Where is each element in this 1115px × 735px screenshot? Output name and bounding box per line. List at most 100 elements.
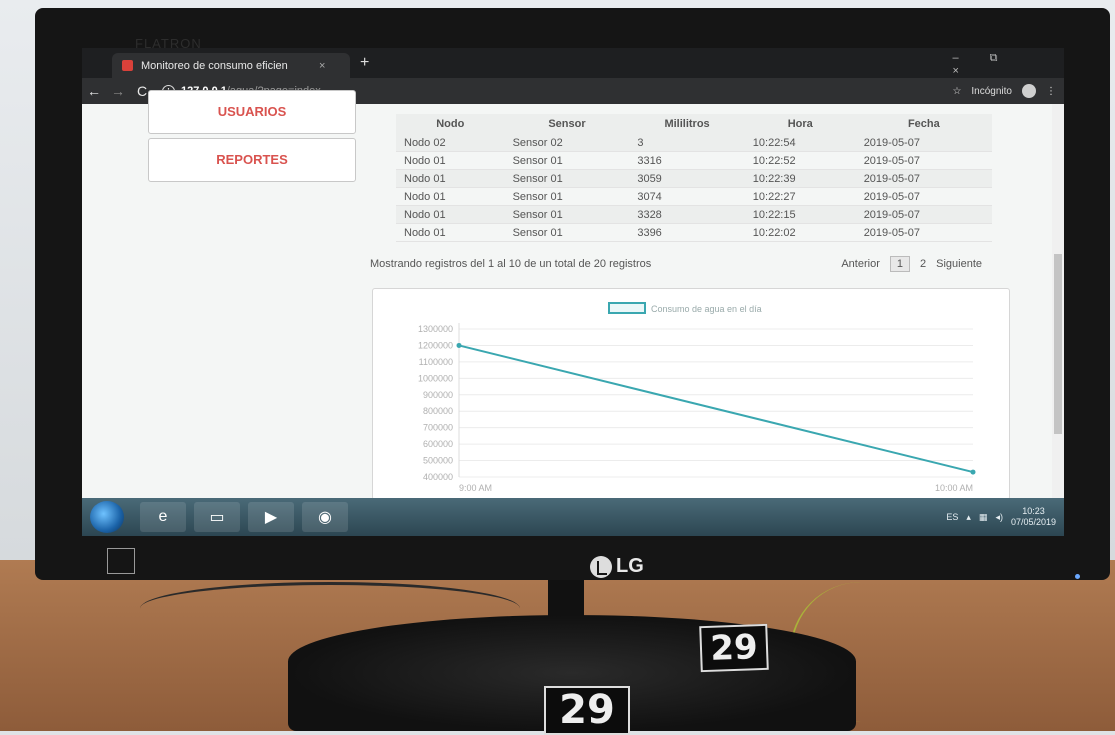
- page-1-button[interactable]: 1: [889, 256, 910, 272]
- cell-nodo: Nodo 01: [396, 151, 505, 170]
- legend-swatch: [608, 302, 646, 314]
- y-tick-label: 700000: [423, 423, 453, 433]
- y-tick-label: 1000000: [418, 373, 453, 383]
- previous-page-button[interactable]: Anterior: [841, 258, 880, 270]
- y-tick-label: 800000: [423, 406, 453, 416]
- bookmark-star-icon[interactable]: ☆: [952, 86, 961, 97]
- table-row: Nodo 01 Sensor 01 3059 10:22:39 2019-05-…: [396, 169, 992, 188]
- tab-title: Monitoreo de consumo eficien: [141, 59, 288, 72]
- y-tick-label: 1200000: [418, 340, 453, 350]
- monitor-brand-text: LG: [616, 555, 644, 577]
- cell-fecha: 2019-05-07: [855, 187, 992, 206]
- cell-sensor: Sensor 01: [504, 151, 630, 170]
- incognito-icon[interactable]: [1022, 84, 1036, 98]
- cell-fecha: 2019-05-07: [855, 205, 992, 224]
- cell-hora: 10:22:27: [744, 187, 856, 206]
- toolbar-right: – ⧉ × ☆ Incógnito ⋮: [952, 52, 1056, 104]
- page-2-button[interactable]: 2: [920, 258, 926, 270]
- network-icon[interactable]: ▦: [979, 512, 988, 523]
- system-tray: ES ▴ ▦ ◂) 10:23 07/05/2019: [946, 498, 1056, 536]
- media-player-icon[interactable]: ▶: [248, 502, 294, 532]
- cell-sensor: Sensor 01: [504, 187, 630, 206]
- next-page-button[interactable]: Siguiente: [936, 258, 982, 270]
- cell-hora: 10:22:54: [744, 134, 856, 152]
- cell-mililitros: 3: [629, 134, 745, 152]
- lg-logo-icon: [590, 555, 612, 578]
- series-line: [458, 344, 974, 474]
- table-row: Nodo 02 Sensor 02 3 10:22:54 2019-05-07: [396, 134, 992, 152]
- cell-sensor: Sensor 02: [504, 134, 630, 152]
- x-tick-label: 9:00 AM: [459, 483, 492, 493]
- cell-hora: 10:22:02: [744, 223, 856, 242]
- cell-mililitros: 3328: [629, 205, 745, 224]
- browser-tab[interactable]: Monitoreo de consumo eficien ×: [112, 53, 350, 78]
- cell-hora: 10:22:39: [744, 169, 856, 188]
- forward-icon[interactable]: →: [106, 83, 130, 99]
- cell-fecha: 2019-05-07: [855, 223, 992, 242]
- column-header-hora[interactable]: Hora: [744, 114, 856, 134]
- cell-mililitros: 3074: [629, 187, 745, 206]
- taskbar-clock[interactable]: 10:23 07/05/2019: [1011, 506, 1056, 528]
- windows-taskbar: e ▭ ▶ ◉ ES ▴ ▦ ◂) 10:23 07/05/2019: [82, 498, 1064, 536]
- column-header-nodo[interactable]: Nodo: [396, 114, 505, 134]
- internet-explorer-icon[interactable]: e: [140, 502, 186, 532]
- y-tick-label: 500000: [423, 456, 453, 466]
- cell-sensor: Sensor 01: [504, 223, 630, 242]
- cell-hora: 10:22:52: [744, 151, 856, 170]
- volume-icon[interactable]: ◂): [995, 512, 1003, 523]
- y-tick-label: 1300000: [418, 324, 453, 334]
- window-controls[interactable]: – ⧉ ×: [952, 52, 1046, 77]
- records-info: Mostrando registros del 1 al 10 de un to…: [370, 258, 652, 270]
- favicon-icon: [122, 60, 133, 71]
- data-point: [456, 342, 462, 348]
- menu-icon[interactable]: ⋮: [1046, 86, 1056, 97]
- back-icon[interactable]: ←: [82, 83, 106, 99]
- number-sticker: 29: [699, 623, 769, 673]
- page-scrollbar[interactable]: [1052, 104, 1064, 498]
- column-header-sensor[interactable]: Sensor: [504, 114, 630, 134]
- power-led: [1075, 574, 1080, 579]
- records-table: Nodo 02 Sensor 02 3 10:22:54 2019-05-07 …: [396, 114, 992, 242]
- language-indicator[interactable]: ES: [946, 512, 958, 522]
- table-footer: Mostrando registros del 1 al 10 de un to…: [360, 252, 1000, 276]
- table-row: Nodo 01 Sensor 01 3396 10:22:02 2019-05-…: [396, 223, 992, 242]
- tab-close-icon[interactable]: ×: [319, 60, 325, 72]
- cell-mililitros: 3316: [629, 151, 745, 170]
- page-content: USUARIOS REPORTES Nodo 02 Sensor 02 3 10…: [82, 90, 1064, 500]
- cell-nodo: Nodo 01: [396, 223, 505, 242]
- clock-date: 07/05/2019: [1010, 517, 1056, 527]
- column-header-mililitros[interactable]: Mililitros: [629, 114, 745, 134]
- scrollbar-thumb[interactable]: [1054, 254, 1062, 434]
- usuarios-button[interactable]: USUARIOS: [148, 90, 356, 134]
- cell-mililitros: 3059: [629, 169, 745, 188]
- file-explorer-icon[interactable]: ▭: [194, 502, 240, 532]
- y-tick-label: 900000: [423, 390, 453, 400]
- tray-arrow-icon[interactable]: ▴: [966, 512, 971, 523]
- cell-nodo: Nodo 01: [396, 169, 505, 188]
- cell-sensor: Sensor 01: [504, 169, 630, 188]
- y-tick-label: 600000: [423, 439, 453, 449]
- start-button[interactable]: [90, 501, 124, 533]
- table-row: Nodo 01 Sensor 01 3074 10:22:27 2019-05-…: [396, 187, 992, 206]
- cell-fecha: 2019-05-07: [855, 134, 992, 152]
- data-point: [970, 469, 976, 475]
- cell-hora: 10:22:15: [744, 205, 856, 224]
- table-header-row: Nodo Sensor Mililitros Hora Fecha: [396, 114, 992, 134]
- number-sticker: 29: [544, 686, 630, 735]
- cell-mililitros: 3396: [629, 223, 745, 242]
- cell-nodo: Nodo 02: [396, 134, 505, 152]
- chrome-incognito-taskbar-icon[interactable]: ◉: [302, 502, 348, 532]
- table-row: Nodo 01 Sensor 01 3316 10:22:52 2019-05-…: [396, 151, 992, 170]
- browser-tab-bar: Monitoreo de consumo eficien × +: [82, 48, 1064, 78]
- cell-sensor: Sensor 01: [504, 205, 630, 224]
- clock-time: 10:23: [1022, 506, 1045, 516]
- cell-fecha: 2019-05-07: [855, 169, 992, 188]
- pagination: Anterior 1 2 Siguiente: [841, 256, 982, 272]
- reportes-button[interactable]: REPORTES: [148, 138, 356, 182]
- y-tick-label: 400000: [423, 472, 453, 482]
- x-tick-label: 10:00 AM: [935, 483, 973, 493]
- column-header-fecha[interactable]: Fecha: [855, 114, 992, 134]
- new-tab-button[interactable]: +: [360, 54, 369, 72]
- table-row: Nodo 01 Sensor 01 3328 10:22:15 2019-05-…: [396, 205, 992, 224]
- monitor-brand-logo: LG: [590, 555, 644, 578]
